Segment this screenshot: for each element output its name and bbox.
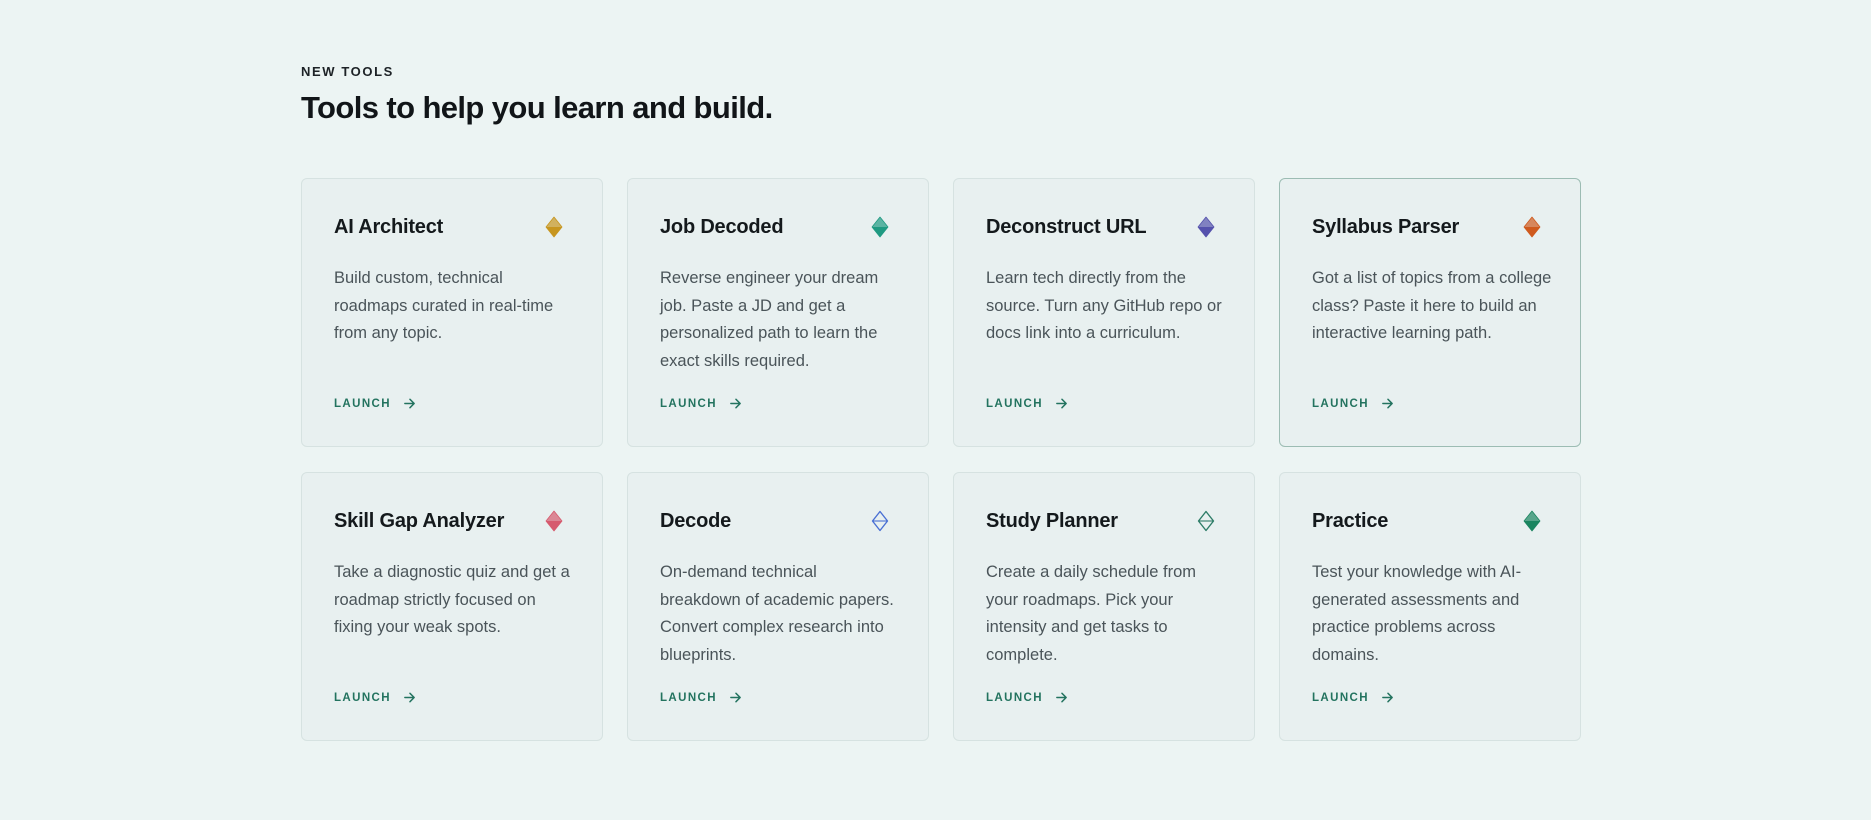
tools-grid: AI Architect Build custom, technical roa… [301, 178, 1581, 741]
arrow-right-icon [1382, 692, 1393, 703]
launch-button[interactable]: LAUNCH [334, 397, 416, 410]
launch-label: LAUNCH [334, 691, 391, 704]
tool-card-deconstruct-url[interactable]: Deconstruct URL Learn tech directly from… [953, 178, 1255, 447]
tool-card-decode[interactable]: Decode On-demand technical breakdown of … [627, 472, 929, 741]
launch-button[interactable]: LAUNCH [660, 397, 742, 410]
diamond-outline-icon [871, 510, 889, 532]
tool-card-ai-architect[interactable]: AI Architect Build custom, technical roa… [301, 178, 603, 447]
launch-label: LAUNCH [986, 691, 1043, 704]
arrow-right-icon [404, 692, 415, 703]
launch-label: LAUNCH [986, 397, 1043, 410]
card-title: AI Architect [334, 216, 444, 238]
launch-button[interactable]: LAUNCH [1312, 397, 1394, 410]
launch-label: LAUNCH [660, 397, 717, 410]
arrow-right-icon [730, 692, 741, 703]
diamond-outline-icon [1197, 510, 1215, 532]
card-title: Decode [660, 510, 732, 532]
launch-button[interactable]: LAUNCH [1312, 691, 1394, 704]
card-title: Job Decoded [660, 216, 784, 238]
card-description: Create a daily schedule from your roadma… [986, 563, 1197, 664]
launch-label: LAUNCH [1312, 691, 1369, 704]
arrow-right-icon [1382, 398, 1393, 409]
diamond-icon [1523, 510, 1541, 532]
card-description: Learn tech directly from the source. Tur… [986, 269, 1222, 342]
arrow-right-icon [730, 398, 741, 409]
launch-label: LAUNCH [660, 691, 717, 704]
card-description: Reverse engineer your dream job. Paste a… [660, 269, 879, 370]
tool-card-study-planner[interactable]: Study Planner Create a daily schedule fr… [953, 472, 1255, 741]
arrow-right-icon [1056, 398, 1067, 409]
card-description: On-demand technical breakdown of academi… [660, 563, 894, 664]
card-description: Take a diagnostic quiz and get a roadmap… [334, 563, 570, 636]
launch-button[interactable]: LAUNCH [986, 691, 1068, 704]
launch-label: LAUNCH [1312, 397, 1369, 410]
diamond-icon [545, 510, 563, 532]
diamond-icon [545, 216, 563, 238]
card-title: Practice [1312, 510, 1389, 532]
card-description: Got a list of topics from a college clas… [1312, 269, 1552, 342]
card-description: Test your knowledge with AI-generated as… [1312, 563, 1522, 664]
tool-card-job-decoded[interactable]: Job Decoded Reverse engineer your dream … [627, 178, 929, 447]
tool-card-syllabus-parser[interactable]: Syllabus Parser Got a list of topics fro… [1279, 178, 1581, 447]
launch-label: LAUNCH [334, 397, 391, 410]
card-title: Skill Gap Analyzer [334, 510, 505, 532]
card-title: Deconstruct URL [986, 216, 1147, 238]
card-title: Study Planner [986, 510, 1118, 532]
launch-button[interactable]: LAUNCH [334, 691, 416, 704]
section-eyebrow: NEW TOOLS [301, 64, 394, 79]
card-title: Syllabus Parser [1312, 216, 1460, 238]
diamond-icon [871, 216, 889, 238]
tool-card-practice[interactable]: Practice Test your knowledge with AI-gen… [1279, 472, 1581, 741]
card-description: Build custom, technical roadmaps curated… [334, 269, 554, 342]
launch-button[interactable]: LAUNCH [986, 397, 1068, 410]
diamond-icon [1197, 216, 1215, 238]
launch-button[interactable]: LAUNCH [660, 691, 742, 704]
diamond-icon [1523, 216, 1541, 238]
arrow-right-icon [1056, 692, 1067, 703]
section-title: Tools to help you learn and build. [301, 90, 773, 125]
arrow-right-icon [404, 398, 415, 409]
tool-card-skill-gap-analyzer[interactable]: Skill Gap Analyzer Take a diagnostic qui… [301, 472, 603, 741]
